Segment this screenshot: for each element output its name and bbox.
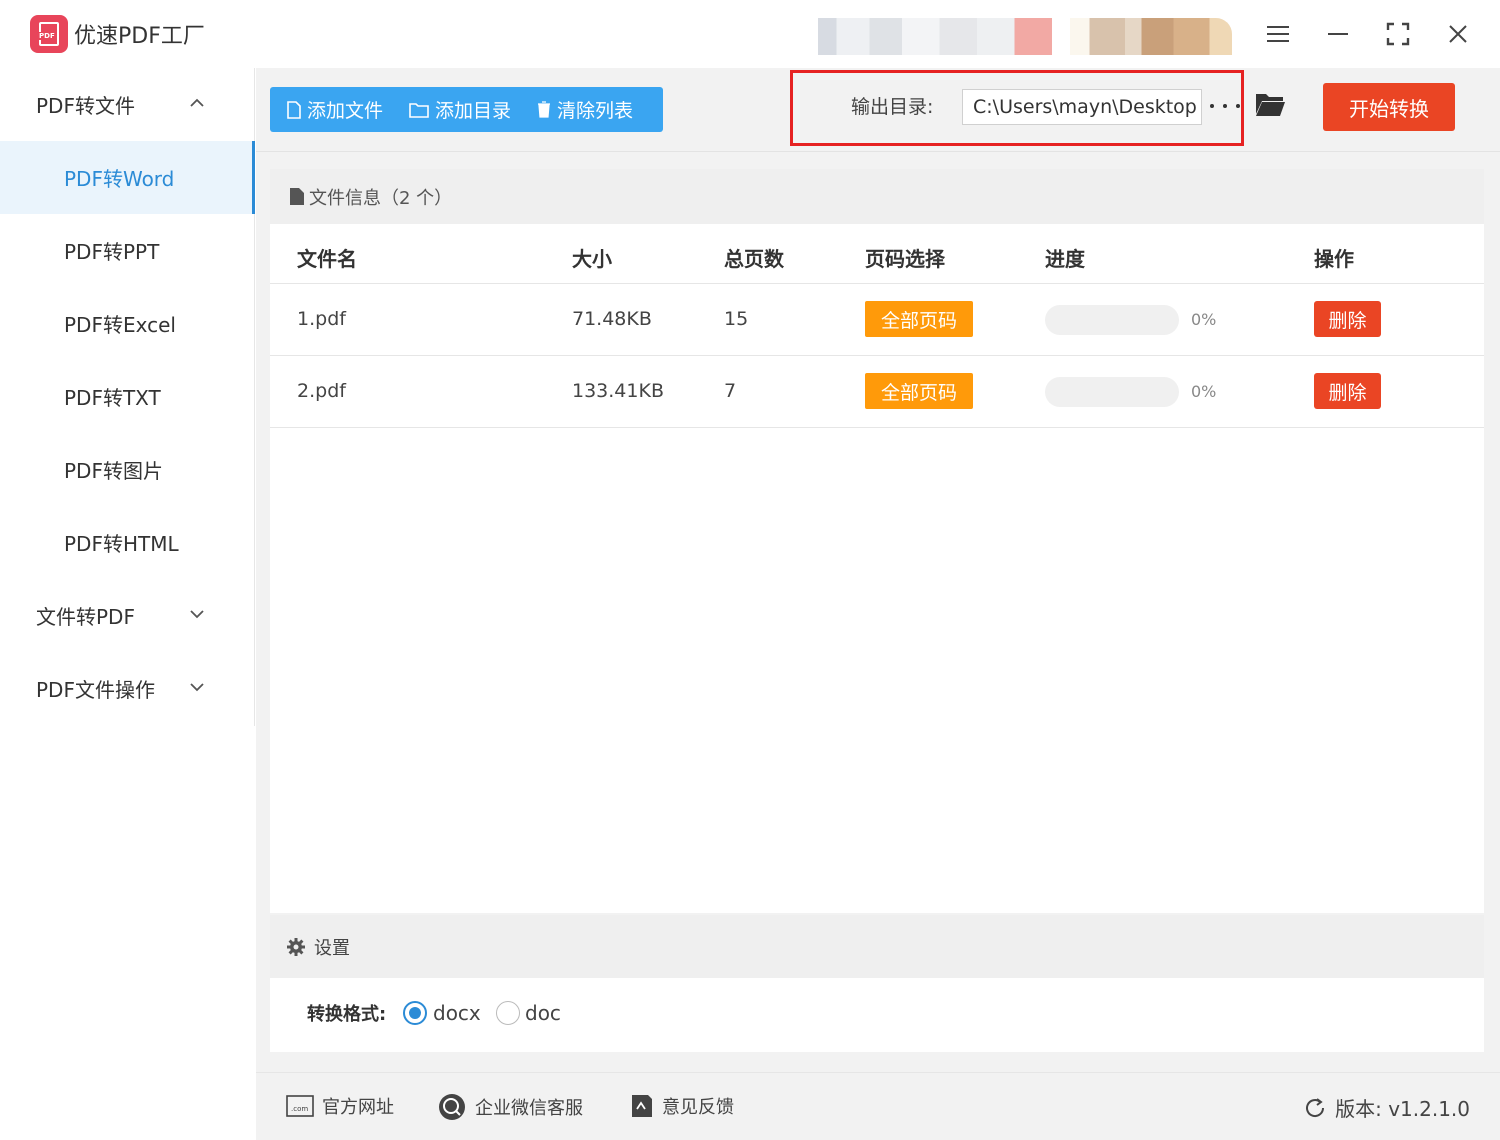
close-icon[interactable]	[1440, 16, 1476, 52]
gear-icon	[287, 937, 305, 956]
sidebar-item-pdf-to-txt[interactable]: PDF转TXT	[0, 360, 255, 433]
output-dir-label: 输出目录:	[851, 96, 934, 118]
sidebar-item-pdf-to-excel[interactable]: PDF转Excel	[0, 287, 255, 360]
file-list-panel: 文件信息（2 个） 文件名 大小 总页数 页码选择 进度 操作 1.pdf 71…	[270, 169, 1484, 913]
start-convert-button[interactable]: 开始转换	[1323, 83, 1455, 131]
app-title: 优速PDF工厂	[74, 24, 205, 49]
clear-list-button[interactable]: 清除列表	[537, 87, 633, 132]
blurred-user-info	[818, 18, 1052, 55]
format-label: 转换格式:	[307, 1004, 387, 1025]
open-folder-icon[interactable]	[1254, 90, 1288, 122]
radio-doc[interactable]	[496, 1001, 520, 1025]
feedback-link[interactable]: 意见反馈	[630, 1093, 734, 1119]
file-toolbar: 添加文件 添加目录 清除列表	[270, 87, 663, 132]
title-bar: PDF 优速PDF工厂	[0, 0, 1500, 68]
add-file-button[interactable]: 添加文件	[287, 87, 383, 132]
wechat-service-link[interactable]: 企业微信客服	[437, 1093, 583, 1121]
sidebar-group-pdf-operations[interactable]: PDF文件操作	[0, 652, 255, 725]
sidebar-group-file-to-pdf[interactable]: 文件转PDF	[0, 579, 255, 652]
document-icon	[290, 188, 304, 205]
radio-doc-label[interactable]: doc	[525, 1001, 561, 1025]
radio-docx[interactable]	[403, 1001, 427, 1025]
chevron-down-icon	[190, 683, 204, 692]
sidebar: PDF转文件 PDF转Word PDF转PPT PDF转Excel PDF转TX…	[0, 68, 255, 726]
wechat-icon	[439, 1094, 465, 1120]
radio-docx-label[interactable]: docx	[433, 1001, 481, 1025]
file-size: 133.41KB	[572, 380, 664, 402]
version-info: 版本: v1.2.1.0	[1303, 1093, 1470, 1122]
trash-icon	[538, 101, 551, 118]
chevron-up-icon	[190, 98, 204, 107]
col-size: 大小	[572, 247, 612, 271]
col-name: 文件名	[297, 247, 357, 271]
footer: .com 官方网址 企业微信客服 意见反馈 版本: v1.2.1.0	[256, 1072, 1500, 1140]
menu-icon[interactable]	[1260, 16, 1296, 52]
col-pages: 总页数	[724, 247, 784, 271]
file-pages: 7	[724, 380, 737, 402]
website-icon: .com	[286, 1095, 314, 1117]
file-info-header: 文件信息（2 个）	[270, 169, 1484, 224]
table-row: 1.pdf 71.48KB 15 全部页码 0% 删除	[270, 284, 1484, 356]
delete-button[interactable]: 删除	[1314, 301, 1381, 337]
website-link[interactable]: .com 官方网址	[286, 1093, 394, 1119]
divider	[256, 151, 1500, 152]
refresh-icon	[1306, 1097, 1325, 1117]
delete-button[interactable]: 删除	[1314, 373, 1381, 409]
page-select-button[interactable]: 全部页码	[865, 373, 973, 409]
page-select-button[interactable]: 全部页码	[865, 301, 973, 337]
feedback-icon	[632, 1095, 652, 1117]
chevron-down-icon	[190, 610, 204, 619]
file-name: 1.pdf	[297, 308, 346, 330]
progress-bar	[1045, 377, 1179, 407]
more-options-icon[interactable]	[1210, 96, 1240, 116]
file-name: 2.pdf	[297, 380, 346, 402]
app-logo-icon: PDF	[30, 15, 68, 53]
folder-outline-icon	[409, 102, 429, 118]
table-header: 文件名 大小 总页数 页码选择 进度 操作	[270, 226, 1484, 284]
table-row: 2.pdf 133.41KB 7 全部页码 0% 删除	[270, 356, 1484, 428]
file-size: 71.48KB	[572, 308, 652, 330]
settings-header: 设置	[270, 915, 1484, 978]
progress-text: 0%	[1191, 382, 1217, 401]
add-directory-button[interactable]: 添加目录	[409, 87, 511, 132]
progress-text: 0%	[1191, 310, 1217, 329]
minimize-icon[interactable]	[1320, 16, 1356, 52]
sidebar-item-pdf-to-html[interactable]: PDF转HTML	[0, 506, 255, 579]
progress-bar	[1045, 305, 1179, 335]
file-pages: 15	[724, 308, 749, 330]
output-dir-field[interactable]: C:\Users\mayn\Desktop	[962, 89, 1202, 125]
maximize-icon[interactable]	[1380, 16, 1416, 52]
col-progress: 进度	[1045, 247, 1085, 271]
settings-body: 转换格式: docx doc	[270, 978, 1484, 1052]
sidebar-item-pdf-to-image[interactable]: PDF转图片	[0, 433, 255, 506]
blurred-avatar	[1070, 18, 1232, 55]
sidebar-item-pdf-to-ppt[interactable]: PDF转PPT	[0, 214, 255, 287]
sidebar-group-pdf-to-file[interactable]: PDF转文件	[0, 68, 255, 141]
col-page-select: 页码选择	[865, 247, 945, 271]
svg-text:.com: .com	[291, 1105, 308, 1113]
sidebar-item-pdf-to-word[interactable]: PDF转Word	[0, 141, 255, 214]
col-action: 操作	[1314, 247, 1354, 271]
file-icon	[287, 100, 301, 119]
